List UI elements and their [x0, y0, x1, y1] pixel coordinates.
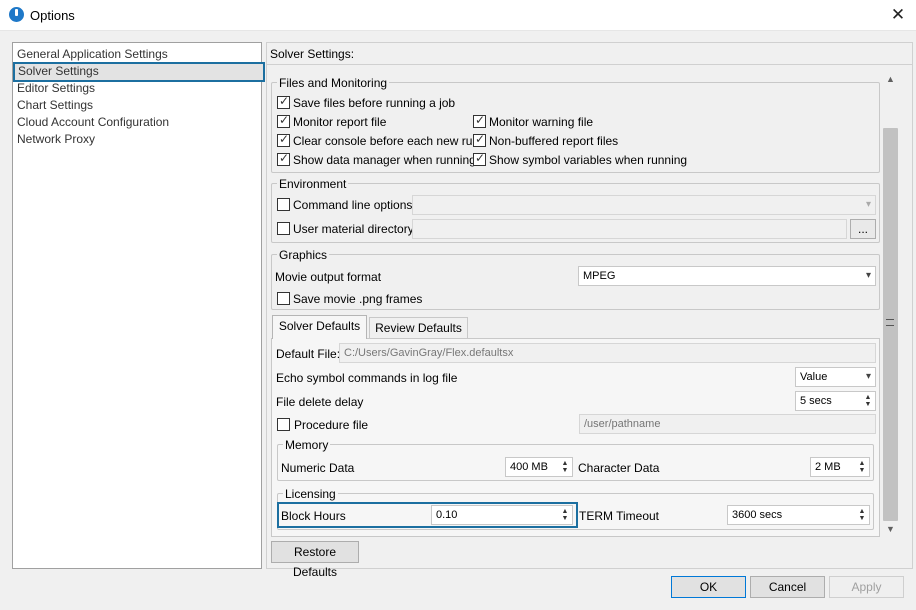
procedure-file-checkbox[interactable]: [277, 418, 290, 431]
non-buffered-label: Non-buffered report files: [489, 134, 619, 148]
delete-delay-spinner[interactable]: 5 secs ▲ ▼: [795, 391, 876, 411]
save-png-checkbox[interactable]: [277, 292, 290, 305]
echo-commands-label: Echo symbol commands in log file: [276, 371, 458, 385]
scroll-down-icon[interactable]: ▼: [886, 524, 895, 534]
group-title-graphics: Graphics: [277, 248, 330, 262]
numeric-data-spinner[interactable]: 400 MB ▲ ▼: [505, 457, 573, 477]
save-files-checkbox[interactable]: [277, 94, 290, 109]
memory-group: [277, 444, 874, 481]
show-data-manager-label: Show data manager when running: [293, 153, 476, 167]
sidebar-item-general[interactable]: General Application Settings: [17, 46, 168, 62]
sidebar-item-chart[interactable]: Chart Settings: [17, 97, 93, 113]
block-hours-highlight: [277, 502, 578, 528]
command-line-checkbox[interactable]: [277, 198, 290, 211]
show-data-manager-checkbox[interactable]: [277, 151, 290, 166]
monitor-report-checkbox[interactable]: [277, 113, 290, 128]
character-data-value: 2 MB: [815, 461, 841, 473]
tab-solver-defaults[interactable]: Solver Defaults: [272, 315, 367, 339]
default-file-label: Default File:: [276, 347, 341, 361]
sidebar-item-editor[interactable]: Editor Settings: [17, 80, 95, 96]
group-title-licensing: Licensing: [283, 487, 338, 501]
show-symbol-vars-checkbox[interactable]: [473, 151, 486, 166]
browse-button[interactable]: ...: [850, 219, 876, 239]
cancel-button[interactable]: Cancel: [750, 576, 825, 598]
panel-header: Solver Settings:: [270, 47, 355, 61]
restore-defaults-button[interactable]: Restore Defaults: [271, 541, 359, 579]
tab-review-defaults[interactable]: Review Defaults: [369, 317, 468, 339]
user-material-checkbox[interactable]: [277, 222, 290, 235]
spinner-arrows-icon[interactable]: ▲ ▼: [864, 394, 872, 408]
movie-format-dropdown[interactable]: MPEG: [578, 266, 876, 286]
title-bar: Options ✕: [0, 0, 916, 31]
group-title-memory: Memory: [283, 438, 331, 452]
echo-commands-dropdown[interactable]: Value: [795, 367, 876, 387]
clear-console-checkbox[interactable]: [277, 132, 290, 147]
settings-category-list: General Application Settings Solver Sett…: [12, 42, 265, 569]
monitor-warning-label: Monitor warning file: [489, 115, 594, 129]
numeric-data-label: Numeric Data: [281, 461, 355, 475]
settings-scroll-area: Files and Monitoring Save files before r…: [269, 72, 882, 537]
show-symbol-vars-label: Show symbol variables when running: [489, 153, 688, 167]
save-png-label: Save movie .png frames: [293, 292, 423, 306]
default-file-field[interactable]: C:/Users/GavinGray/Flex.defaultsx: [339, 343, 876, 363]
group-title-environment: Environment: [277, 177, 349, 191]
numeric-data-value: 400 MB: [510, 461, 548, 473]
delete-delay-label: File delete delay: [276, 395, 364, 409]
term-timeout-label: TERM Timeout: [579, 509, 660, 523]
apply-button[interactable]: Apply: [829, 576, 904, 598]
character-data-spinner[interactable]: 2 MB ▲ ▼: [810, 457, 870, 477]
user-material-label: User material directory: [293, 222, 414, 236]
scroll-up-icon[interactable]: ▲: [886, 74, 895, 84]
term-timeout-value: 3600 secs: [732, 509, 783, 521]
sidebar-item-cloud[interactable]: Cloud Account Configuration: [17, 114, 169, 130]
spinner-arrows-icon[interactable]: ▲ ▼: [858, 508, 866, 522]
window-title: Options: [30, 8, 75, 23]
monitor-warning-checkbox[interactable]: [473, 113, 486, 128]
command-line-label: Command line options: [293, 198, 413, 212]
ok-button[interactable]: OK: [671, 576, 746, 598]
movie-format-label: Movie output format: [275, 270, 382, 284]
non-buffered-checkbox[interactable]: [473, 132, 486, 147]
delete-delay-value: 5 secs: [800, 395, 832, 407]
monitor-report-label: Monitor report file: [293, 115, 387, 129]
procedure-file-label: Procedure file: [294, 418, 369, 432]
grip-icon: [886, 319, 894, 326]
header-divider: [266, 64, 913, 65]
spinner-arrows-icon[interactable]: ▲ ▼: [561, 460, 569, 474]
spinner-arrows-icon[interactable]: ▲ ▼: [858, 460, 866, 474]
clear-console-label: Clear console before each new run: [293, 134, 480, 148]
power-icon: [9, 7, 24, 22]
sidebar-item-network-proxy[interactable]: Network Proxy: [17, 131, 95, 147]
term-timeout-spinner[interactable]: 3600 secs ▲ ▼: [727, 505, 870, 525]
group-title-files: Files and Monitoring: [277, 76, 390, 90]
close-icon[interactable]: ✕: [885, 3, 911, 27]
save-files-label: Save files before running a job: [293, 96, 456, 110]
user-material-field[interactable]: [412, 219, 847, 239]
vertical-scrollbar[interactable]: ▲ ▼: [882, 72, 899, 537]
sidebar-item-solver[interactable]: Solver Settings: [13, 62, 265, 82]
command-line-dropdown[interactable]: [412, 195, 876, 215]
procedure-file-input[interactable]: [579, 414, 876, 434]
character-data-label: Character Data: [578, 461, 660, 475]
